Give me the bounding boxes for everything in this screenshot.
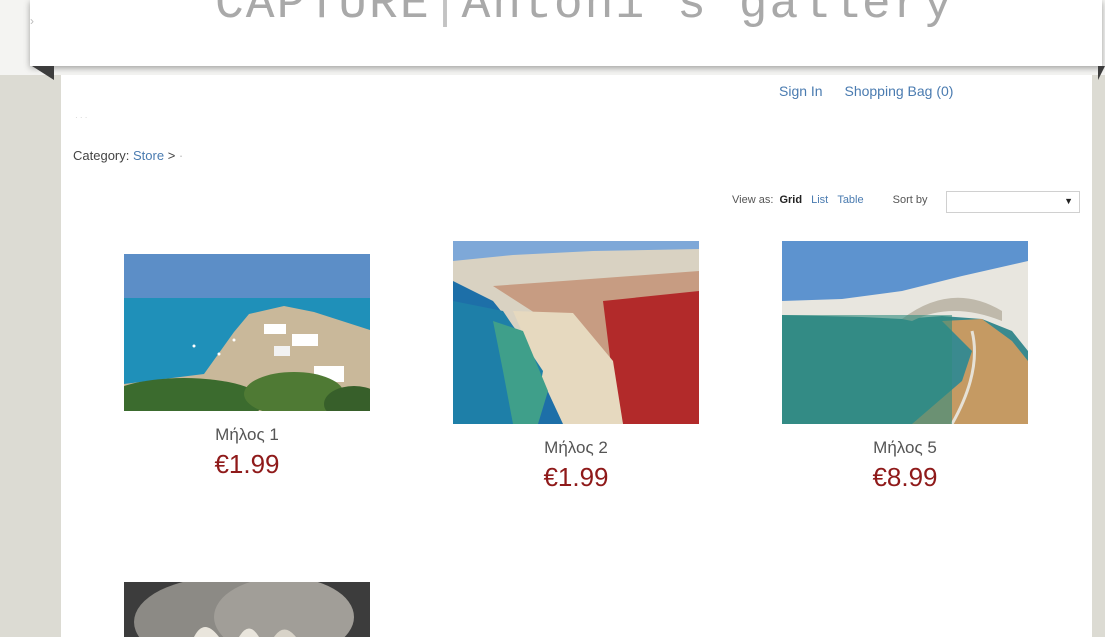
site-header: › CAPTURE|Antoni's gallery: [30, 0, 1102, 66]
view-table-option[interactable]: Table: [837, 194, 863, 206]
ribbon-fold-left: [32, 66, 54, 80]
sort-by-label: Sort by: [892, 194, 928, 206]
product-card[interactable]: [124, 582, 370, 637]
breadcrumb-current: ·: [178, 148, 184, 163]
dropdown-arrow-icon: ▼: [1064, 196, 1073, 206]
view-list-option[interactable]: List: [811, 194, 828, 206]
product-card[interactable]: Μήλος 1 €1.99: [124, 254, 370, 480]
store-content: Sign In Shopping Bag (0) · · · Category:…: [61, 75, 1092, 637]
account-links: Sign In Shopping Bag (0): [779, 83, 953, 99]
product-price: €1.99: [543, 462, 609, 492]
faded-text: · · ·: [75, 113, 88, 122]
view-options: View as: Grid List Table Sort by: [732, 194, 928, 206]
sea-cave-beach-photo: [782, 241, 1028, 424]
island-village-photo: [124, 254, 370, 411]
product-price: €8.99: [872, 462, 938, 492]
breadcrumb-separator: >: [167, 148, 176, 163]
site-title-separator: |: [430, 0, 462, 32]
view-as-label: View as:: [732, 194, 774, 206]
product-image[interactable]: [124, 582, 370, 637]
product-card[interactable]: Μήλος 2 €1.99: [453, 241, 699, 493]
product-image[interactable]: [782, 241, 1028, 424]
product-price: €1.99: [214, 449, 280, 479]
rock-formation-photo: [124, 582, 370, 637]
sort-by-select[interactable]: ▼: [946, 191, 1080, 213]
breadcrumb-store-link[interactable]: Store: [133, 148, 164, 163]
site-title-gallery: Antoni's gallery: [461, 0, 955, 32]
sign-in-link[interactable]: Sign In: [779, 83, 823, 99]
view-grid-option[interactable]: Grid: [779, 194, 802, 206]
ribbon-fold-right: [1098, 66, 1105, 80]
shopping-bag-link[interactable]: Shopping Bag (0): [844, 83, 953, 99]
product-image[interactable]: [124, 254, 370, 411]
red-beach-photo: [453, 241, 699, 424]
product-image[interactable]: [453, 241, 699, 424]
product-name[interactable]: Μήλος 2: [453, 438, 699, 458]
site-title-main: CAPTURE: [215, 0, 431, 32]
breadcrumb-prefix: Category:: [73, 148, 130, 163]
product-name[interactable]: Μήλος 1: [124, 425, 370, 445]
product-card[interactable]: Μήλος 5 €8.99: [782, 241, 1028, 493]
site-title[interactable]: CAPTURE|Antoni's gallery: [215, 0, 954, 32]
product-name[interactable]: Μήλος 5: [782, 438, 1028, 458]
breadcrumb: Category: Store > ·: [73, 148, 183, 163]
chevron-right-icon: ›: [30, 14, 34, 28]
